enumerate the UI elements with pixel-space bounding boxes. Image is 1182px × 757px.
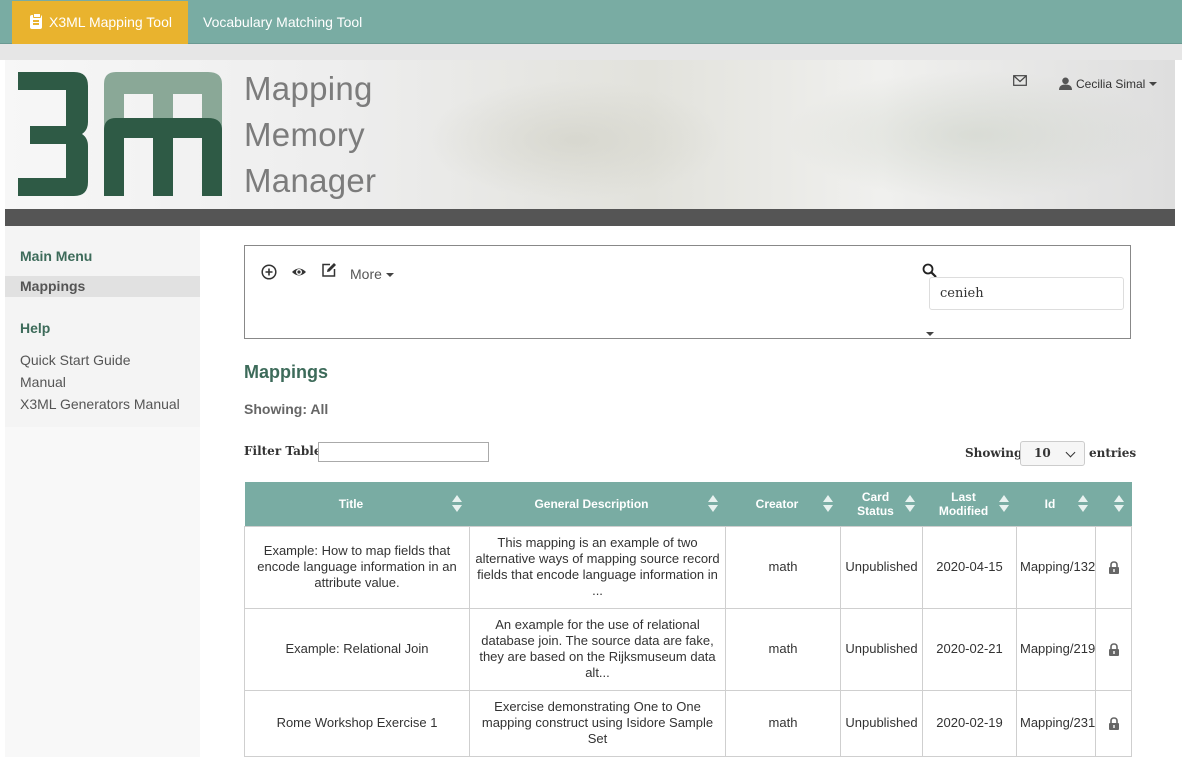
cell-id: Mapping/132: [1016, 525, 1096, 609]
table-row[interactable]: Example: How to map fields that encode l…: [244, 525, 1132, 609]
column-header-id[interactable]: Id: [1016, 482, 1096, 526]
header-label: General Description: [534, 496, 649, 511]
page-title: Mappings: [244, 362, 328, 382]
cell-id: Mapping/231: [1016, 689, 1096, 757]
column-header-title[interactable]: Title: [244, 482, 470, 526]
table-row[interactable]: Example: Relational Join An example for …: [244, 607, 1132, 691]
search-icon[interactable]: [922, 263, 937, 278]
title-line-2: Memory: [244, 116, 365, 153]
cell-description: An example for the use of relational dat…: [469, 607, 726, 691]
more-dropdown[interactable]: More: [350, 266, 394, 282]
column-header-card-status[interactable]: Card Status: [840, 482, 923, 526]
caret-down-icon[interactable]: [926, 332, 934, 336]
mail-icon[interactable]: [1013, 75, 1027, 86]
cell-modified: 2020-02-21: [922, 607, 1017, 691]
title-line-1: Mapping: [244, 70, 373, 107]
sidebar: Main Menu Mappings Help Quick Start Guid…: [5, 226, 200, 757]
sort-icon: [451, 495, 462, 513]
nav-spacer: [0, 44, 1182, 60]
toolbar-panel: More: [244, 245, 1131, 339]
app-title: Mapping Memory Manager: [244, 66, 376, 204]
filter-table-input[interactable]: [318, 442, 489, 462]
cell-description: Exercise demonstrating One to One mappin…: [469, 689, 726, 757]
filter-table-label: Filter Table: [244, 444, 322, 458]
chevron-down-icon: [1065, 447, 1076, 458]
sort-icon: [707, 495, 718, 513]
cell-creator: math: [725, 607, 841, 691]
sort-icon: [998, 495, 1009, 513]
top-nav: X3ML Mapping Tool Vocabulary Matching To…: [0, 0, 1182, 44]
tab-label: X3ML Mapping Tool: [49, 14, 172, 30]
showing-label: Showing: [965, 446, 1023, 460]
table-row[interactable]: Rome Workshop Exercise 1 Exercise demons…: [244, 689, 1132, 757]
table-header-row: Title General Description Creator Card S…: [244, 482, 1132, 526]
cell-description: This mapping is an example of two altern…: [469, 525, 726, 609]
header-label: Creator: [755, 496, 799, 511]
cell-status: Unpublished: [840, 525, 923, 609]
user-menu[interactable]: Cecilia Simal: [1059, 77, 1158, 91]
tab-x3ml-mapping-tool[interactable]: X3ML Mapping Tool: [12, 1, 188, 44]
sidebar-link-x3ml-generators[interactable]: X3ML Generators Manual: [20, 396, 180, 412]
cell-creator: math: [725, 689, 841, 757]
3m-logo[interactable]: [18, 70, 228, 200]
column-header-lock[interactable]: [1095, 482, 1132, 526]
entries-label: entries: [1089, 446, 1137, 460]
cell-modified: 2020-02-19: [922, 689, 1017, 757]
sidebar-link-quick-start[interactable]: Quick Start Guide: [20, 352, 131, 368]
lock-icon[interactable]: [1108, 717, 1120, 731]
cell-title[interactable]: Example: Relational Join: [244, 607, 470, 691]
cell-lock: [1095, 607, 1132, 691]
header-banner: Mapping Memory Manager Cecilia Simal: [5, 60, 1175, 209]
tab-vocabulary-matching-tool[interactable]: Vocabulary Matching Tool: [203, 1, 362, 44]
cell-lock: [1095, 525, 1132, 609]
cell-modified: 2020-04-15: [922, 525, 1017, 609]
sidebar-help[interactable]: Help: [20, 320, 50, 336]
search-input[interactable]: [929, 277, 1124, 310]
sort-icon: [904, 495, 915, 513]
cell-title[interactable]: Rome Workshop Exercise 1: [244, 689, 470, 757]
showing-filter-label: Showing: All: [244, 401, 329, 417]
sort-icon: [822, 495, 833, 513]
view-icon[interactable]: [291, 264, 307, 280]
cell-id: Mapping/219: [1016, 607, 1096, 691]
header-label: Title: [338, 496, 364, 511]
column-header-creator[interactable]: Creator: [725, 482, 841, 526]
caret-down-icon: [1149, 82, 1158, 86]
sort-icon: [1113, 495, 1124, 513]
caret-down-icon: [385, 273, 394, 277]
add-icon[interactable]: [261, 264, 277, 280]
header-label: Id: [1044, 496, 1056, 511]
sidebar-item-mappings[interactable]: Mappings: [5, 276, 200, 297]
sidebar-link-manual[interactable]: Manual: [20, 374, 66, 390]
cell-status: Unpublished: [840, 689, 923, 757]
lock-icon[interactable]: [1108, 643, 1120, 657]
column-header-description[interactable]: General Description: [469, 482, 726, 526]
entries-value: 10: [1034, 446, 1051, 460]
header-label: Card Status: [857, 489, 894, 518]
cell-creator: math: [725, 525, 841, 609]
header-label: Last Modified: [938, 489, 989, 518]
edit-icon[interactable]: [321, 262, 337, 278]
cell-status: Unpublished: [840, 607, 923, 691]
column-header-last-modified[interactable]: Last Modified: [922, 482, 1017, 526]
user-icon: [1059, 77, 1072, 90]
cell-title[interactable]: Example: How to map fields that encode l…: [244, 525, 470, 609]
sort-icon: [1077, 495, 1088, 513]
entries-select[interactable]: 10: [1020, 441, 1085, 466]
sidebar-main-menu[interactable]: Main Menu: [20, 248, 92, 264]
mappings-table: Title General Description Creator Card S…: [244, 482, 1132, 757]
more-label: More: [350, 266, 382, 282]
banner-divider: [5, 209, 1175, 226]
cell-lock: [1095, 689, 1132, 757]
user-name: Cecilia Simal: [1076, 77, 1146, 91]
lock-icon[interactable]: [1108, 561, 1120, 575]
clipboard-icon: [30, 13, 42, 29]
title-line-3: Manager: [244, 162, 377, 199]
